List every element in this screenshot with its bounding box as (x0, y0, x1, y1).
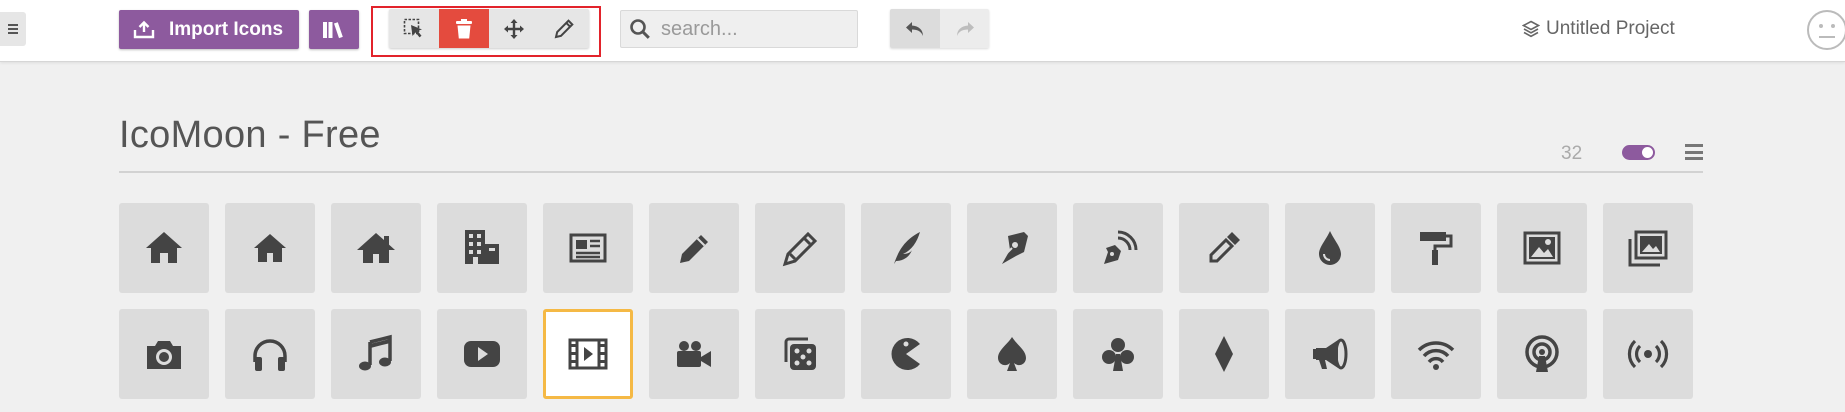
undo-icon (906, 21, 923, 36)
icon-count: 32 (1561, 143, 1583, 164)
office-icon (465, 230, 499, 264)
icon-tile-play[interactable] (437, 309, 527, 399)
images-icon (1628, 230, 1668, 267)
icon-tile-video-camera[interactable] (649, 309, 739, 399)
clubs-icon (1102, 338, 1134, 371)
home3-icon (357, 233, 395, 263)
connection-icon (1417, 341, 1455, 370)
redo-icon (956, 21, 974, 36)
video-camera-icon (677, 341, 711, 367)
home-icon (146, 232, 182, 263)
icon-tile-home[interactable] (119, 203, 209, 293)
library-button[interactable] (309, 10, 359, 49)
blog-icon (1104, 230, 1138, 264)
icon-tile-bullhorn[interactable] (1285, 309, 1375, 399)
icon-tile-pen[interactable] (967, 203, 1057, 293)
music-icon (359, 334, 392, 371)
search-box[interactable] (620, 10, 858, 48)
library-icon (323, 21, 343, 38)
icon-tile-pacman[interactable] (861, 309, 951, 399)
icon-tile-podcast[interactable] (1497, 309, 1587, 399)
icon-tile-feed[interactable] (1603, 309, 1693, 399)
icon-tile-pencil[interactable] (649, 203, 739, 293)
play-icon (464, 341, 500, 367)
spades-icon (997, 337, 1027, 371)
icon-tile-quill[interactable] (861, 203, 951, 293)
toggle-knob (1642, 147, 1653, 158)
hamburger-icon (8, 24, 18, 34)
camera-icon (147, 341, 181, 369)
trash-icon (456, 18, 472, 38)
dice-icon (784, 337, 816, 370)
paint-format-icon (1420, 232, 1453, 265)
set-menu-icon[interactable] (1685, 144, 1703, 160)
project-selector[interactable]: Untitled Project (1522, 17, 1675, 41)
redo-button[interactable] (940, 9, 989, 48)
edit-tool-button[interactable] (539, 9, 589, 48)
diamonds-icon (1215, 336, 1233, 372)
image-icon (1523, 231, 1561, 265)
icon-tile-pencil2[interactable] (755, 203, 845, 293)
feed-icon (1627, 339, 1669, 369)
bullhorn-icon (1313, 338, 1348, 370)
project-name: Untitled Project (1546, 18, 1675, 39)
pencil-edit-icon (554, 18, 574, 38)
icon-tile-connection[interactable] (1391, 309, 1481, 399)
icon-tile-images[interactable] (1603, 203, 1693, 293)
title-divider (119, 171, 1703, 173)
icon-tile-droplet[interactable] (1285, 203, 1375, 293)
pen-icon (1002, 232, 1028, 264)
icon-tile-paint-format[interactable] (1391, 203, 1481, 293)
icon-tile-spades[interactable] (967, 309, 1057, 399)
icon-tile-headphones[interactable] (225, 309, 315, 399)
edit-tools-group (389, 9, 589, 48)
headphones-icon (253, 339, 287, 371)
delete-tool-button[interactable] (439, 9, 489, 48)
icon-tile-clubs[interactable] (1073, 309, 1163, 399)
icon-tile-home3[interactable] (331, 203, 421, 293)
icon-tile-newspaper[interactable] (543, 203, 633, 293)
film-icon (568, 338, 608, 370)
icon-tile-image[interactable] (1497, 203, 1587, 293)
icon-tile-music[interactable] (331, 309, 421, 399)
pacman-icon (891, 338, 920, 370)
quill-icon (894, 232, 920, 264)
top-toolbar: Import Icons Untitled Pr (0, 0, 1845, 62)
main-menu-button[interactable] (0, 12, 26, 46)
icon-tile-office[interactable] (437, 203, 527, 293)
avatar-icon[interactable] (1805, 8, 1845, 52)
icon-tile-eyedropper[interactable] (1179, 203, 1269, 293)
icon-tile-home2[interactable] (225, 203, 315, 293)
import-icons-button[interactable]: Import Icons (119, 10, 299, 49)
set-visibility-toggle[interactable] (1622, 145, 1655, 160)
upload-icon (133, 20, 155, 40)
pencil2-icon (782, 231, 818, 267)
icon-tile-blog[interactable] (1073, 203, 1163, 293)
pencil-icon (680, 235, 708, 263)
search-input[interactable] (661, 17, 841, 41)
icon-tile-dice[interactable] (755, 309, 845, 399)
podcast-icon (1525, 335, 1559, 372)
layers-icon (1522, 20, 1540, 38)
icon-tile-camera[interactable] (119, 309, 209, 399)
import-icons-label: Import Icons (169, 18, 284, 40)
newspaper-icon (569, 233, 607, 263)
eyedropper-icon (1209, 232, 1240, 263)
home2-icon (254, 234, 286, 262)
select-tool-button[interactable] (389, 9, 439, 48)
icon-tile-film[interactable] (543, 309, 633, 399)
icon-set-title[interactable]: IcoMoon - Free (119, 114, 381, 157)
search-icon (630, 19, 650, 39)
history-group (890, 9, 989, 48)
undo-button[interactable] (890, 9, 940, 48)
move-icon (504, 18, 524, 39)
icon-tile-diamonds[interactable] (1179, 309, 1269, 399)
droplet-icon (1319, 231, 1341, 265)
select-cursor-icon (403, 18, 422, 37)
move-tool-button[interactable] (489, 9, 539, 48)
